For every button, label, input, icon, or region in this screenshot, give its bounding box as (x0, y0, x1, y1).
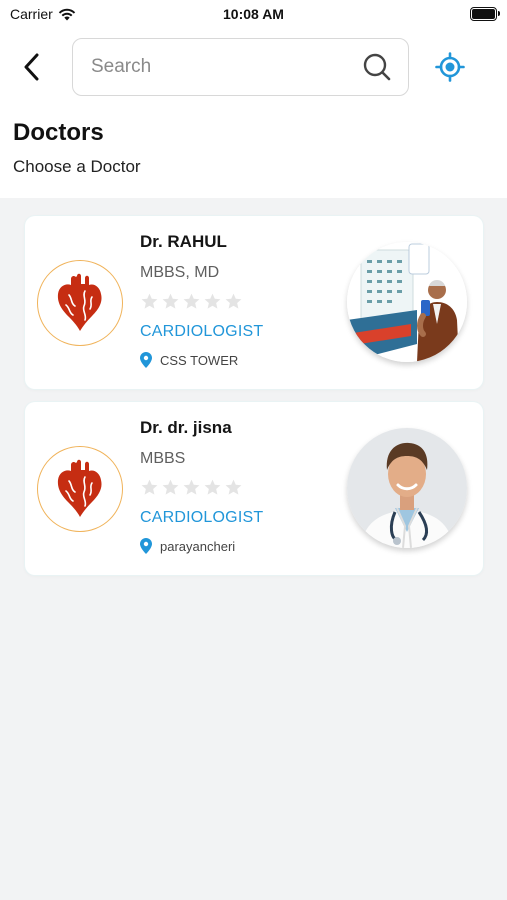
status-bar: Carrier 10:08 AM (0, 0, 507, 30)
doctor-location-label: parayancheri (160, 538, 236, 554)
star-icon (141, 479, 158, 495)
doctor-specialization: CARDIOLOGIST (140, 323, 264, 340)
star-icon (204, 293, 221, 309)
page-subtitle: Choose a Doctor (13, 157, 141, 176)
search-field[interactable] (72, 38, 409, 96)
doctor-location-label: CSS TOWER (160, 352, 239, 368)
specialty-badge (37, 260, 123, 346)
star-icon (162, 293, 179, 309)
heart-icon (57, 273, 102, 331)
crosshair-location-icon (435, 52, 465, 82)
doctor-location: parayancheri (140, 538, 235, 554)
status-time: 10:08 AM (223, 6, 284, 22)
heart-icon (57, 459, 102, 517)
star-icon (162, 479, 179, 495)
rating-stars (140, 292, 243, 311)
doctor-name: Dr. RAHUL (140, 232, 227, 251)
doctor-photo (347, 428, 467, 548)
rating-stars (140, 478, 243, 497)
current-location-button[interactable] (433, 50, 467, 84)
search-input[interactable] (91, 56, 362, 78)
doctor-degree: MBBS (140, 450, 186, 467)
doctor-photo (347, 242, 467, 362)
star-icon (141, 293, 158, 309)
star-icon (183, 293, 200, 309)
battery-icon (470, 7, 500, 21)
doctor-card[interactable]: Dr. dr. jisna MBBS CARDIOLOGIST parayanc… (25, 402, 483, 575)
star-icon (204, 479, 221, 495)
chevron-left-icon (24, 53, 39, 81)
doctor-degree: MBBS, MD (140, 264, 220, 281)
doctor-location: CSS TOWER (140, 352, 238, 368)
map-pin-icon (140, 538, 152, 554)
back-button[interactable] (14, 50, 48, 84)
doctor-name: Dr. dr. jisna (140, 418, 232, 437)
specialty-badge (37, 446, 123, 532)
star-icon (183, 479, 200, 495)
doctor-specialization: CARDIOLOGIST (140, 509, 264, 526)
page-title: Doctors (13, 119, 104, 146)
map-pin-icon (140, 352, 152, 368)
star-icon (225, 293, 242, 309)
search-icon[interactable] (362, 52, 392, 82)
star-icon (225, 479, 242, 495)
doctor-card[interactable]: Dr. RAHUL MBBS, MD CARDIOLOGIST CSS TOWE… (25, 216, 483, 389)
